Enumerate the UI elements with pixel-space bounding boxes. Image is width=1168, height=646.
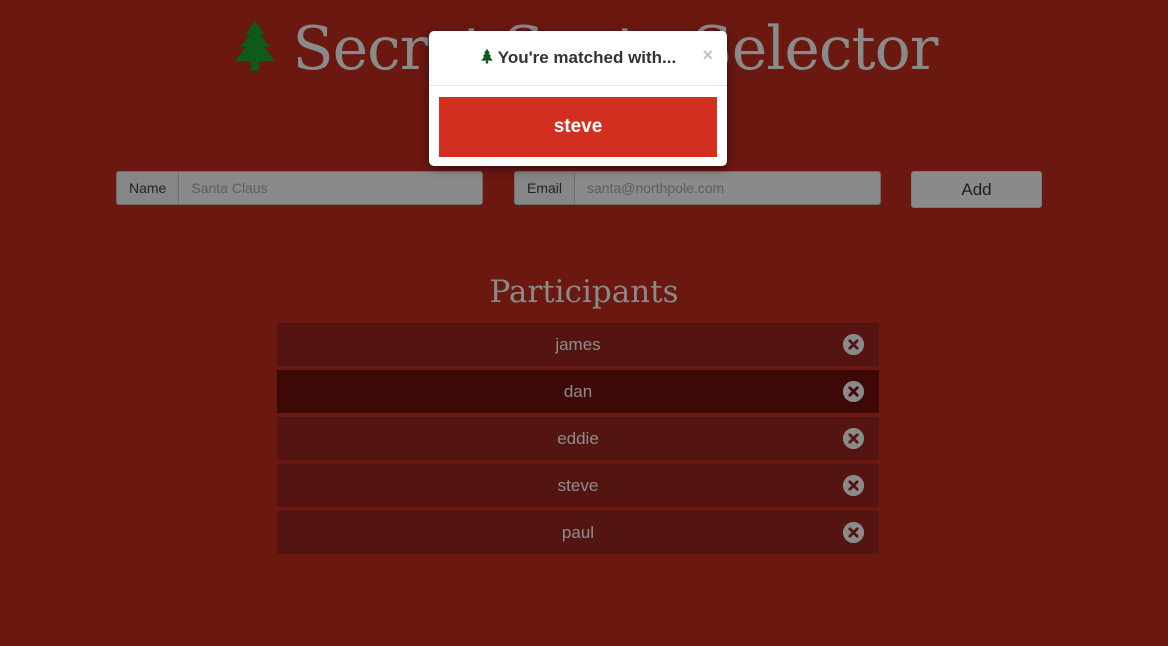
remove-participant-button[interactable] — [843, 334, 864, 355]
name-label: Name — [117, 172, 180, 204]
participant-row: eddie — [277, 417, 879, 460]
email-label: Email — [515, 172, 576, 204]
participant-row: dan — [277, 370, 879, 413]
close-circle-icon — [843, 522, 864, 543]
participant-row: paul — [277, 511, 879, 554]
close-circle-icon — [843, 428, 864, 449]
name-input[interactable] — [179, 172, 482, 204]
close-circle-icon — [843, 381, 864, 402]
name-field-group: Name — [116, 171, 483, 205]
participant-row: steve — [277, 464, 879, 507]
participant-row: james — [277, 323, 879, 366]
participant-name: steve — [557, 476, 599, 495]
remove-participant-button[interactable] — [843, 428, 864, 449]
tree-icon — [480, 33, 494, 87]
email-input[interactable] — [575, 172, 880, 204]
tree-icon — [231, 19, 279, 80]
participant-name: eddie — [557, 429, 599, 448]
remove-participant-button[interactable] — [843, 475, 864, 496]
close-circle-icon — [843, 475, 864, 496]
modal-title: You're matched with... — [497, 48, 677, 67]
match-modal: You're matched with... × steve — [429, 31, 727, 166]
match-name-button[interactable]: steve — [439, 97, 717, 157]
participant-name: james — [555, 335, 601, 354]
close-icon[interactable]: × — [702, 30, 713, 80]
close-circle-icon — [843, 334, 864, 355]
remove-participant-button[interactable] — [843, 381, 864, 402]
modal-header: You're matched with... × — [429, 31, 727, 86]
participant-name: paul — [561, 523, 595, 542]
remove-participant-button[interactable] — [843, 522, 864, 543]
add-button[interactable]: Add — [911, 171, 1042, 208]
participant-list: james dan eddie steve paul — [277, 323, 879, 558]
email-field-group: Email — [514, 171, 881, 205]
participants-heading: Participants — [489, 274, 679, 310]
participant-name: dan — [563, 382, 593, 401]
